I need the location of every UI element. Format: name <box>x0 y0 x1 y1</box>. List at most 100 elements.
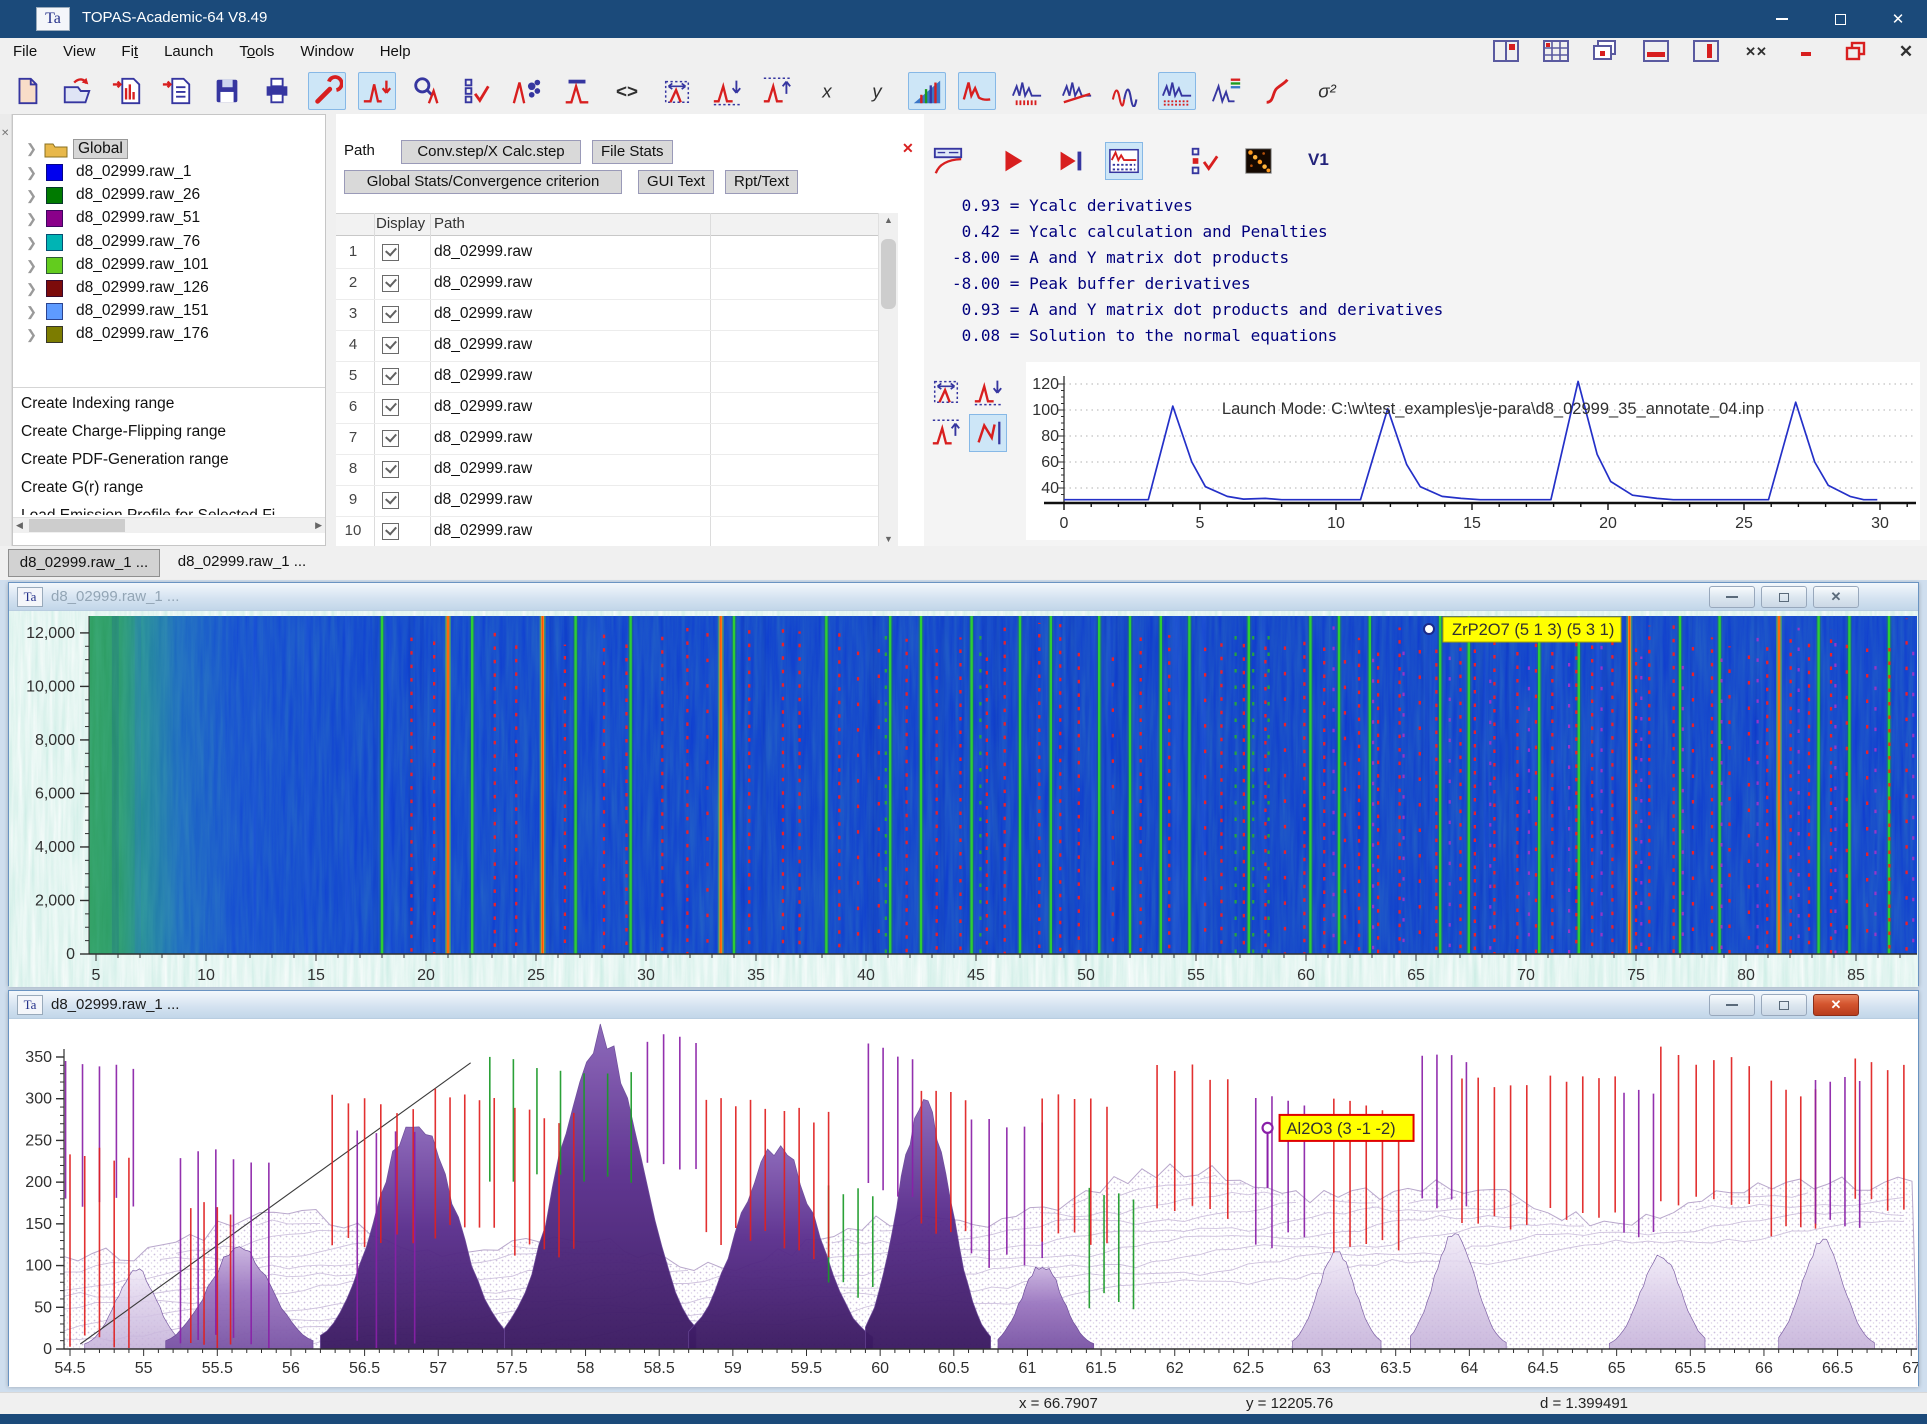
scrollbar-thumb[interactable] <box>881 239 896 309</box>
close-button[interactable]: ✕ <box>1813 586 1859 608</box>
scrollbar-thumb[interactable] <box>29 519 125 532</box>
action-item[interactable]: Create Indexing range <box>21 395 174 413</box>
table-row[interactable]: 1 d8_02999.raw <box>336 238 878 269</box>
close-panel-icon[interactable]: ✕ <box>1 128 9 139</box>
launch-mode-chart[interactable]: 120 100 80 60 40 0 5 10 15 20 25 30 Launch Mode: C:\… <box>1026 362 1920 540</box>
path-cell[interactable]: d8_02999.raw <box>434 398 532 416</box>
chart-tool-x-range[interactable] <box>927 372 965 410</box>
maximize-button[interactable] <box>1761 994 1807 1016</box>
minimize-button[interactable] <box>1709 994 1755 1016</box>
toolbar-print[interactable] <box>258 72 296 110</box>
output-toolbar-surface-view[interactable] <box>1105 142 1143 180</box>
toolbar-y-label[interactable]: y <box>858 72 896 110</box>
menu-window[interactable]: Window <box>287 38 366 65</box>
display-checkbox[interactable] <box>382 244 399 261</box>
table-row[interactable]: 6 d8_02999.raw <box>336 393 878 424</box>
menu-tools[interactable]: Tools <box>226 38 287 65</box>
toolbar-overlay-view[interactable] <box>1108 72 1146 110</box>
minimize-button[interactable] <box>1709 586 1755 608</box>
chevron-right-icon[interactable]: ❯ <box>26 141 37 157</box>
toolbar-open-file[interactable] <box>58 72 96 110</box>
toolbar-refine[interactable] <box>308 72 346 110</box>
toolbar-shift-up[interactable] <box>758 72 796 110</box>
tree-item[interactable]: ❯ d8_02999.raw_1 <box>13 162 325 184</box>
menu-help[interactable]: Help <box>367 38 424 65</box>
toolbar-code-editor[interactable]: <> <box>608 72 646 110</box>
table-row[interactable]: 7 d8_02999.raw <box>336 424 878 455</box>
maximize-button[interactable] <box>1761 586 1807 608</box>
output-toolbar-correlation-matrix[interactable] <box>1239 142 1277 180</box>
display-checkbox[interactable] <box>382 461 399 478</box>
tree-item[interactable]: ❯ d8_02999.raw_126 <box>13 278 325 300</box>
heatmap-plot[interactable]: 0 2,000 4,000 6,000 8,000 10,000 12,000 5 10 15 20… <box>9 611 1918 987</box>
heatmap-window-titlebar[interactable]: Ta d8_02999.raw_1 ... ✕ <box>9 583 1918 611</box>
toolbar-offset-view[interactable] <box>1008 72 1046 110</box>
path-cell[interactable]: d8_02999.raw <box>434 336 532 354</box>
path-cell[interactable]: d8_02999.raw <box>434 305 532 323</box>
toolbar-import-scan[interactable] <box>108 72 146 110</box>
close-grid-panel-icon[interactable]: ✕ <box>902 140 914 157</box>
table-row[interactable]: 10 d8_02999.raw <box>336 517 878 548</box>
close-all-icon[interactable]: ✕✕ <box>1743 40 1769 62</box>
output-toolbar-run-fit[interactable] <box>994 142 1032 180</box>
tree-item[interactable]: ❯ d8_02999.raw_101 <box>13 255 325 277</box>
scroll-right-icon[interactable]: ▶ <box>315 520 322 531</box>
display-checkbox[interactable] <box>382 430 399 447</box>
toolbar-x-label[interactable]: x <box>808 72 846 110</box>
toolbar-new-file[interactable] <box>8 72 46 110</box>
menu-view[interactable]: View <box>50 38 108 65</box>
chevron-right-icon[interactable]: ❯ <box>26 327 37 343</box>
chevron-right-icon[interactable]: ❯ <box>26 304 37 320</box>
path-cell[interactable]: d8_02999.raw <box>434 460 532 478</box>
panel-grip[interactable]: ✕ <box>0 114 12 546</box>
minimize-button[interactable] <box>1753 0 1811 38</box>
display-checkbox[interactable] <box>382 275 399 292</box>
chevron-right-icon[interactable]: ❯ <box>26 211 37 227</box>
waterfall-window-titlebar[interactable]: Ta d8_02999.raw_1 ... ✕ <box>9 991 1918 1019</box>
arrange-left-icon[interactable] <box>1493 40 1519 62</box>
scroll-left-icon[interactable]: ◀ <box>16 520 23 531</box>
table-row[interactable]: 4 d8_02999.raw <box>336 331 878 362</box>
split-vertical-icon[interactable] <box>1693 40 1719 62</box>
display-checkbox[interactable] <box>382 337 399 354</box>
toolbar-insert-peak[interactable] <box>358 72 396 110</box>
path-cell[interactable]: d8_02999.raw <box>434 274 532 292</box>
table-row[interactable]: 9 d8_02999.raw <box>336 486 878 517</box>
chart-tool-shift-down[interactable] <box>969 372 1007 410</box>
toolbar-shift-down[interactable] <box>708 72 746 110</box>
toolbar-save[interactable] <box>208 72 246 110</box>
chart-tool-cursor-mode[interactable] <box>969 414 1007 452</box>
close-button[interactable]: ✕ <box>1869 0 1927 38</box>
menu-fit[interactable]: Fit <box>108 38 151 65</box>
toolbar-import-file[interactable] <box>158 72 196 110</box>
path-cell[interactable]: d8_02999.raw <box>434 429 532 447</box>
tree-item[interactable]: ❯ d8_02999.raw_151 <box>13 301 325 323</box>
toolbar-single-view[interactable] <box>958 72 996 110</box>
toolbar-sigma2[interactable]: σ² <box>1308 72 1346 110</box>
tab-global-stats-convergence-criterion[interactable]: Global Stats/Convergence criterion <box>344 170 622 194</box>
table-row[interactable]: 3 d8_02999.raw <box>336 300 878 331</box>
tree-item-global[interactable]: ❯ Global <box>13 138 325 160</box>
path-cell[interactable]: d8_02999.raw <box>434 367 532 385</box>
action-item[interactable]: Create PDF-Generation range <box>21 451 229 469</box>
table-row[interactable]: 2 d8_02999.raw <box>336 269 878 300</box>
toolbar-cumulative-curve[interactable] <box>1258 72 1296 110</box>
path-cell[interactable]: d8_02999.raw <box>434 522 532 540</box>
waterfall-plot[interactable]: 350 300 250 200 150 100 50 054.5 55 55.5 56 56.5 57 5… <box>9 1019 1918 1387</box>
path-cell[interactable]: d8_02999.raw <box>434 243 532 261</box>
toolbar-fourier-map[interactable] <box>508 72 546 110</box>
menu-file[interactable]: File <box>0 38 50 65</box>
menu-launch[interactable]: Launch <box>151 38 226 65</box>
toolbar-parameter-list[interactable] <box>458 72 496 110</box>
scroll-up-icon[interactable]: ▲ <box>884 215 893 225</box>
tree-item[interactable]: ❯ d8_02999.raw_176 <box>13 324 325 346</box>
tree-item[interactable]: ❯ d8_02999.raw_76 <box>13 232 325 254</box>
minimize-child-icon[interactable] <box>1793 40 1819 62</box>
chevron-right-icon[interactable]: ❯ <box>26 188 37 204</box>
close-child-icon[interactable]: ✕ <box>1893 40 1919 62</box>
chevron-right-icon[interactable]: ❯ <box>26 281 37 297</box>
table-row[interactable]: 8 d8_02999.raw <box>336 455 878 486</box>
table-row[interactable]: 5 d8_02999.raw <box>336 362 878 393</box>
display-checkbox[interactable] <box>382 306 399 323</box>
chart-tool-shift-up[interactable] <box>927 414 965 452</box>
